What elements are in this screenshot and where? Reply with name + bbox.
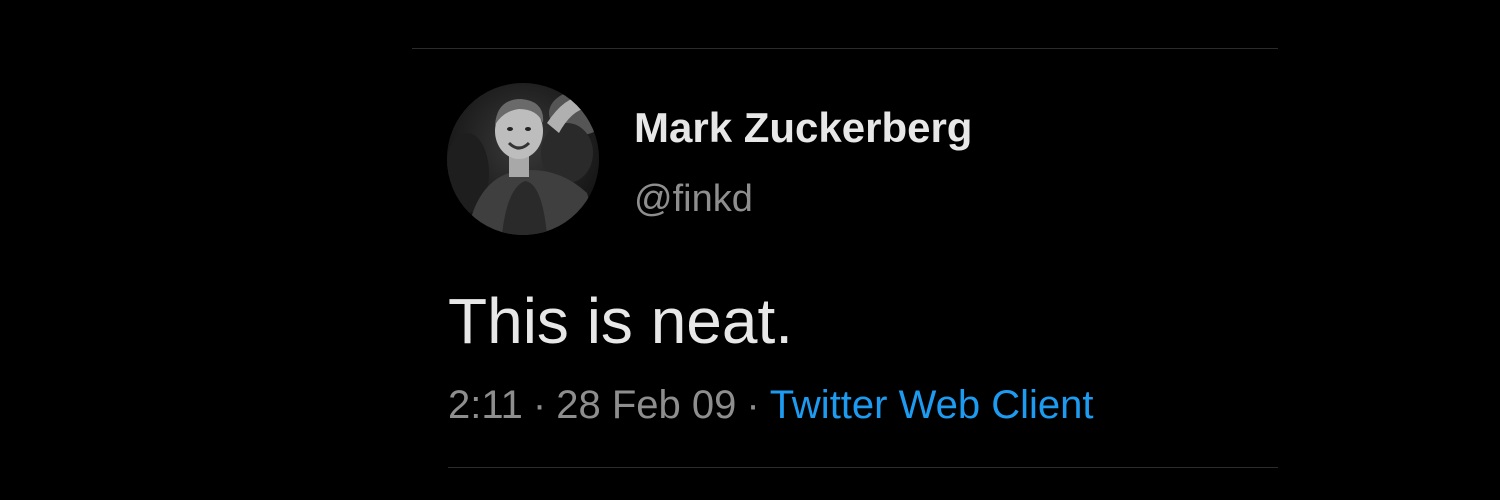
top-divider bbox=[412, 48, 1278, 49]
tweet-meta: 2:11 · 28 Feb 09 · Twitter Web Client bbox=[448, 381, 1094, 429]
meta-separator: · bbox=[746, 383, 760, 427]
author-display-name[interactable]: Mark Zuckerberg bbox=[634, 104, 972, 152]
bottom-divider bbox=[448, 467, 1278, 468]
meta-separator: · bbox=[532, 383, 547, 427]
avatar[interactable] bbox=[447, 83, 599, 235]
tweet-client-link[interactable]: Twitter Web Client bbox=[770, 383, 1094, 427]
profile-photo-image bbox=[447, 83, 599, 235]
tweet-date: 28 Feb 09 bbox=[556, 383, 737, 427]
tweet-time: 2:11 bbox=[448, 383, 523, 427]
tweet-text: This is neat. bbox=[448, 285, 794, 357]
author-handle[interactable]: @finkd bbox=[634, 176, 753, 222]
